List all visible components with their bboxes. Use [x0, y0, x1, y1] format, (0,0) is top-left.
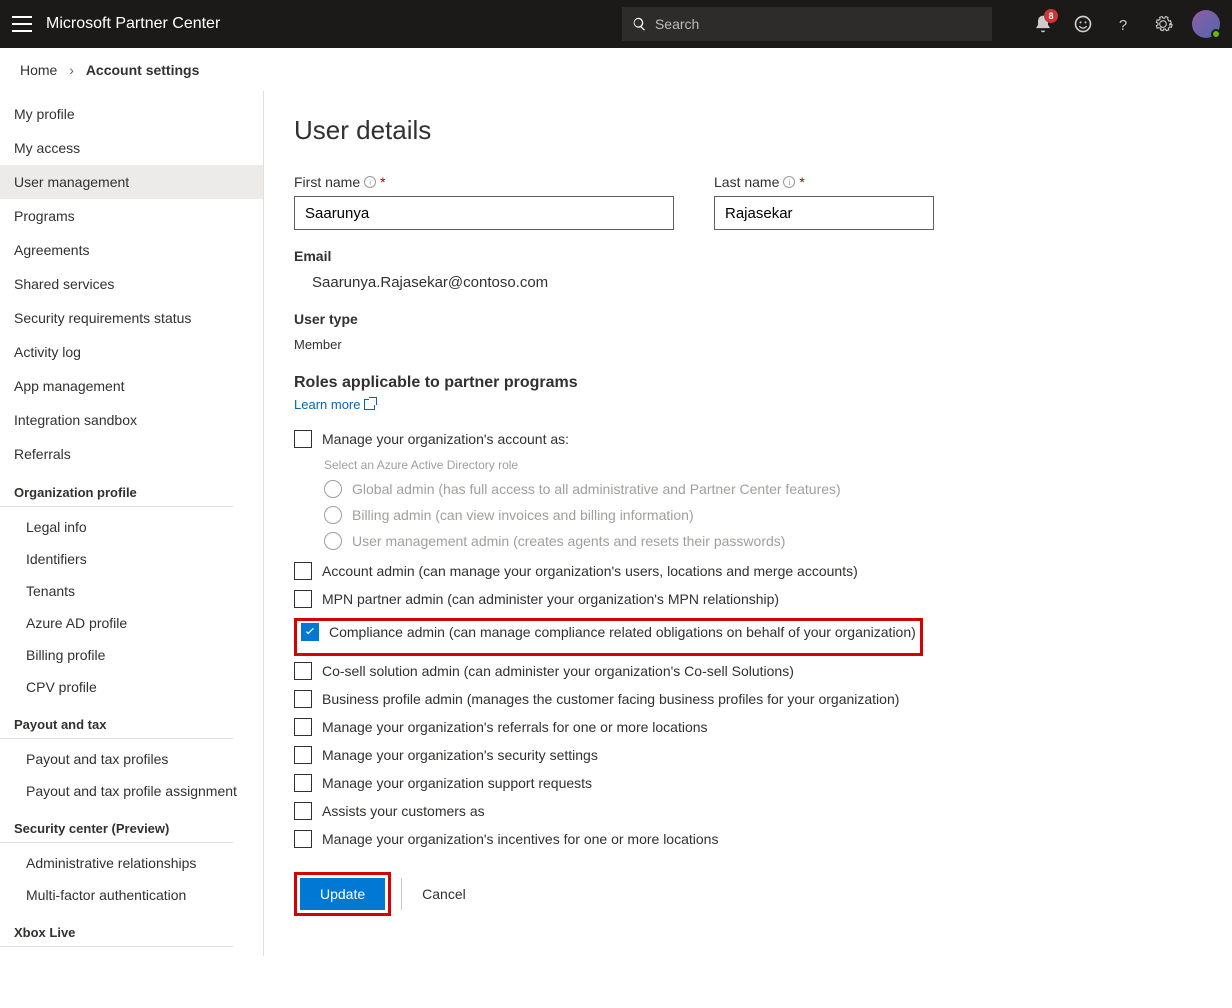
sidebar-item[interactable]: My access [0, 131, 263, 165]
sidebar-subitem[interactable]: Administrative relationships [0, 847, 263, 879]
sidebar-subitem[interactable]: Multi-factor authentication [0, 879, 263, 911]
settings-icon[interactable] [1152, 13, 1174, 35]
help-icon[interactable]: ? [1112, 13, 1134, 35]
azure-role-label: Billing admin (can view invoices and bil… [352, 507, 694, 523]
role-checkbox[interactable] [294, 690, 312, 708]
breadcrumb-current: Account settings [86, 62, 200, 78]
search-icon [632, 16, 647, 32]
cancel-button[interactable]: Cancel [401, 878, 486, 910]
avatar[interactable] [1192, 10, 1220, 38]
azure-role-label: Global admin (has full access to all adm… [352, 481, 841, 497]
update-button[interactable]: Update [300, 878, 385, 910]
manage-as-checkbox[interactable] [294, 430, 312, 448]
role-label: Co-sell solution admin (can administer y… [322, 663, 794, 679]
role-label: Manage your organization's referrals for… [322, 719, 708, 735]
sidebar-item[interactable]: Shared services [0, 267, 263, 301]
email-value: Saarunya.Rajasekar@contoso.com [312, 274, 1202, 291]
sidebar-item[interactable]: My profile [0, 97, 263, 131]
sidebar-heading: Security center (Preview) [0, 807, 233, 843]
compliance-highlight: Compliance admin (can manage compliance … [294, 618, 923, 656]
breadcrumb-home[interactable]: Home [20, 62, 57, 78]
learn-more-link[interactable]: Learn more [294, 397, 375, 412]
azure-role-label: User management admin (creates agents an… [352, 533, 785, 549]
azure-role-radio[interactable] [324, 532, 342, 550]
update-highlight: Update [294, 872, 391, 916]
notifications-icon[interactable]: 8 [1032, 13, 1054, 35]
info-icon[interactable]: i [364, 176, 376, 188]
sidebar-item[interactable]: Agreements [0, 233, 263, 267]
role-label: Compliance admin (can manage compliance … [329, 624, 916, 640]
email-label: Email [294, 248, 1202, 264]
breadcrumb: Home › Account settings [0, 48, 1232, 91]
role-label: MPN partner admin (can administer your o… [322, 591, 779, 607]
sidebar-item[interactable]: App management [0, 369, 263, 403]
sidebar-subitem[interactable]: Payout and tax profiles [0, 743, 263, 775]
role-label: Manage your organization support request… [322, 775, 592, 791]
azure-role-hint: Select an Azure Active Directory role [324, 458, 1202, 472]
last-name-input[interactable] [714, 196, 934, 230]
sidebar-heading: Organization profile [0, 471, 233, 507]
role-checkbox[interactable] [294, 590, 312, 608]
role-checkbox[interactable] [294, 662, 312, 680]
role-label: Manage your organization's incentives fo… [322, 831, 718, 847]
sidebar-subitem[interactable]: Tenants [0, 575, 263, 607]
manage-as-label: Manage your organization's account as: [322, 431, 569, 447]
svg-text:?: ? [1119, 17, 1127, 34]
role-checkbox[interactable] [294, 718, 312, 736]
sidebar-subitem[interactable]: Identifiers [0, 543, 263, 575]
external-link-icon [364, 399, 375, 410]
brand-title: Microsoft Partner Center [46, 15, 220, 33]
user-type-value: Member [294, 337, 1202, 352]
role-label: Account admin (can manage your organizat… [322, 563, 858, 579]
azure-role-radio[interactable] [324, 480, 342, 498]
role-checkbox[interactable] [301, 623, 319, 641]
sidebar-subitem[interactable]: CPV profile [0, 671, 263, 703]
sidebar-heading: Xbox Live [0, 911, 233, 947]
first-name-label: First name i * [294, 174, 674, 190]
role-checkbox[interactable] [294, 830, 312, 848]
role-checkbox[interactable] [294, 746, 312, 764]
topbar-actions: 8 ? [1032, 10, 1220, 38]
search-box[interactable] [622, 7, 992, 41]
chevron-right-icon: › [69, 62, 74, 78]
sidebar-item[interactable]: Integration sandbox [0, 403, 263, 437]
hamburger-menu-icon[interactable] [12, 16, 32, 32]
sidebar: My profileMy accessUser managementProgra… [0, 91, 264, 956]
sidebar-item[interactable]: Security requirements status [0, 301, 263, 335]
last-name-label: Last name i * [714, 174, 934, 190]
role-checkbox[interactable] [294, 802, 312, 820]
roles-heading: Roles applicable to partner programs [294, 374, 1202, 392]
first-name-input[interactable] [294, 196, 674, 230]
sidebar-subitem[interactable]: Azure AD profile [0, 607, 263, 639]
sidebar-subitem[interactable]: Payout and tax profile assignment [0, 775, 263, 807]
topbar: Microsoft Partner Center 8 ? [0, 0, 1232, 48]
sidebar-subitem[interactable]: Billing profile [0, 639, 263, 671]
role-checkbox[interactable] [294, 774, 312, 792]
presence-indicator [1211, 29, 1221, 39]
role-label: Assists your customers as [322, 803, 485, 819]
page-title: User details [294, 115, 1202, 146]
azure-role-radio[interactable] [324, 506, 342, 524]
role-label: Manage your organization's security sett… [322, 747, 598, 763]
content: User details First name i * Last name i … [264, 91, 1232, 956]
sidebar-heading: Payout and tax [0, 703, 233, 739]
user-type-label: User type [294, 311, 1202, 327]
azure-role-radios: Select an Azure Active Directory role Gl… [324, 458, 1202, 550]
notification-badge: 8 [1044, 9, 1058, 23]
info-icon[interactable]: i [783, 176, 795, 188]
sidebar-item[interactable]: User management [0, 165, 263, 199]
sidebar-item[interactable]: Referrals [0, 437, 263, 471]
sidebar-subitem[interactable]: Legal info [0, 511, 263, 543]
feedback-icon[interactable] [1072, 13, 1094, 35]
search-input[interactable] [655, 16, 982, 32]
sidebar-item[interactable]: Programs [0, 199, 263, 233]
role-checkbox[interactable] [294, 562, 312, 580]
role-label: Business profile admin (manages the cust… [322, 691, 899, 707]
sidebar-item[interactable]: Activity log [0, 335, 263, 369]
